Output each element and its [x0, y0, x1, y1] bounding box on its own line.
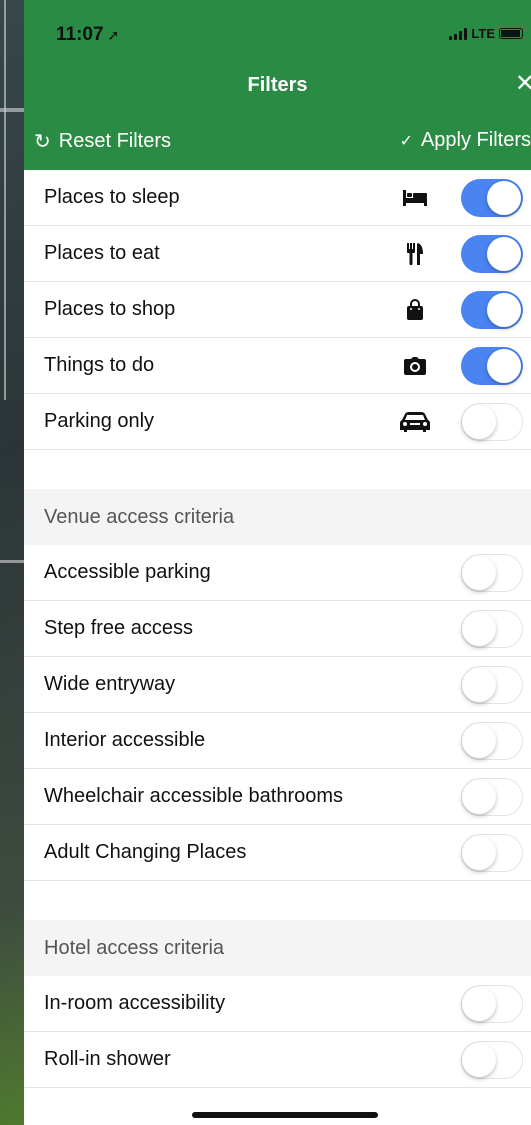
category-row-eat[interactable]: Places to eat — [24, 226, 531, 282]
category-label: Places to sleep — [44, 186, 180, 208]
category-label: Things to do — [44, 354, 155, 376]
status-time: 11:07 ➚ — [56, 24, 120, 45]
category-row-do[interactable]: Things to do — [24, 338, 531, 394]
toggle-switch[interactable] — [461, 402, 523, 441]
toggle-switch[interactable] — [461, 777, 523, 816]
section-title: Hotel access criteria — [44, 936, 225, 959]
hotel-row-roll-in-shower[interactable]: Roll-in shower — [24, 1032, 531, 1088]
status-bar: 11:07 ➚ LTE — [24, 22, 531, 50]
criteria-label: Wheelchair accessible bathrooms — [44, 785, 344, 807]
toggle-switch[interactable] — [461, 984, 523, 1023]
category-label: Places to eat — [44, 242, 160, 264]
category-label: Places to shop — [44, 298, 176, 320]
venue-row-changing-places[interactable]: Adult Changing Places — [24, 825, 531, 881]
criteria-label: In-room accessibility — [44, 992, 226, 1014]
toggle-switch[interactable] — [461, 234, 523, 273]
filters-header: 11:07 ➚ LTE Filters ✕ ↻ Reset Filters ✓ A… — [24, 0, 531, 170]
toggle-switch[interactable] — [461, 178, 523, 217]
car-icon — [397, 411, 433, 433]
venue-row-wide-entryway[interactable]: Wide entryway — [24, 657, 531, 713]
signal-icon — [449, 27, 468, 40]
criteria-label: Accessible parking — [44, 561, 211, 583]
toggle-switch[interactable] — [461, 346, 523, 385]
fork-knife-icon — [397, 242, 433, 265]
network-label: LTE — [471, 26, 495, 41]
category-row-parking[interactable]: Parking only — [24, 394, 531, 450]
background-map — [0, 0, 24, 1125]
section-header-hotel: Hotel access criteria — [24, 920, 531, 976]
refresh-icon: ↻ — [34, 131, 51, 153]
apply-filters-label: Apply Filters — [420, 129, 531, 151]
venue-criteria-list: Accessible parking Step free access Wide… — [24, 545, 531, 881]
section-title: Venue access criteria — [44, 505, 235, 528]
toggle-switch[interactable] — [461, 290, 523, 329]
close-icon[interactable]: ✕ — [515, 72, 531, 96]
location-arrow-icon: ➚ — [107, 27, 120, 43]
hotel-criteria-list: In-room accessibility Roll-in shower — [24, 976, 531, 1088]
home-indicator — [192, 1112, 378, 1118]
criteria-label: Interior accessible — [44, 729, 206, 751]
criteria-label: Adult Changing Places — [44, 841, 247, 863]
reset-filters-label: Reset Filters — [58, 130, 172, 152]
category-row-sleep[interactable]: Places to sleep — [24, 170, 531, 226]
filters-sheet: 11:07 ➚ LTE Filters ✕ ↻ Reset Filters ✓ A… — [24, 0, 531, 1125]
criteria-label: Step free access — [44, 617, 193, 639]
shopping-bag-icon — [397, 298, 433, 321]
category-label: Parking only — [44, 410, 155, 432]
camera-icon — [397, 356, 433, 375]
toggle-switch[interactable] — [461, 1040, 523, 1079]
toggle-switch[interactable] — [461, 665, 523, 704]
status-indicators: LTE — [449, 26, 523, 41]
category-list: Places to sleep Places to eat Places to … — [24, 170, 531, 450]
criteria-label: Roll-in shower — [44, 1048, 171, 1070]
checkmark-icon: ✓ — [399, 132, 413, 150]
venue-row-bathrooms[interactable]: Wheelchair accessible bathrooms — [24, 769, 531, 825]
venue-row-interior[interactable]: Interior accessible — [24, 713, 531, 769]
venue-row-accessible-parking[interactable]: Accessible parking — [24, 545, 531, 601]
battery-icon — [499, 28, 523, 39]
section-header-venue: Venue access criteria — [24, 489, 531, 545]
toggle-switch[interactable] — [461, 553, 523, 592]
toggle-switch[interactable] — [461, 721, 523, 760]
criteria-label: Wide entryway — [44, 673, 176, 695]
reset-filters-button[interactable]: ↻ Reset Filters — [34, 129, 171, 154]
toggle-switch[interactable] — [461, 833, 523, 872]
category-row-shop[interactable]: Places to shop — [24, 282, 531, 338]
apply-filters-button[interactable]: ✓ Apply Filters — [400, 129, 531, 152]
toggle-switch[interactable] — [461, 609, 523, 648]
bed-icon — [397, 189, 433, 207]
hotel-row-in-room[interactable]: In-room accessibility — [24, 976, 531, 1032]
venue-row-step-free[interactable]: Step free access — [24, 601, 531, 657]
page-title: Filters — [247, 74, 308, 96]
